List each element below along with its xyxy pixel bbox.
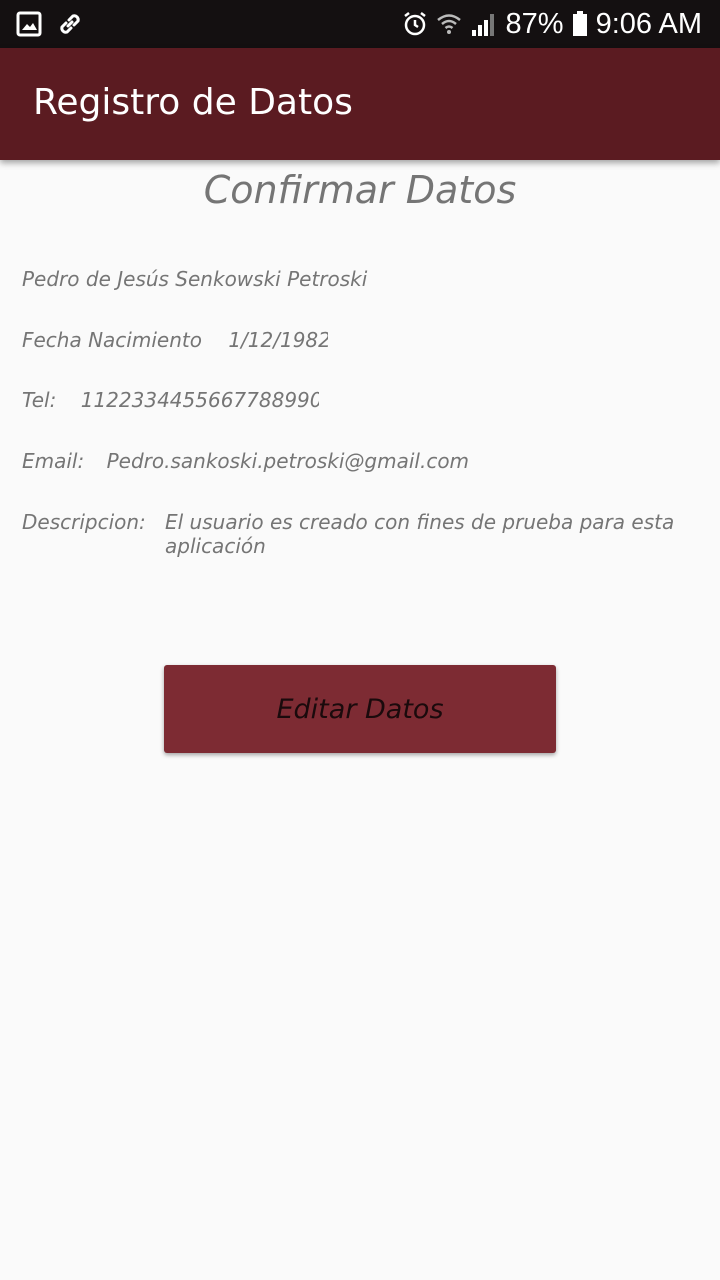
name-value: Pedro de Jesús Senkowski Petroski — [22, 267, 368, 291]
link-icon — [60, 14, 80, 34]
alarm-icon — [403, 12, 426, 36]
email-row: Email: Pedro.sankoski.petroski@gmail.com — [22, 449, 469, 473]
app-bar: Registro de Datos — [0, 48, 720, 160]
tel-row: Tel: 11223344556677889900 — [22, 388, 319, 412]
tel-value: 11223344556677889900 — [80, 388, 319, 412]
image-icon — [16, 11, 42, 37]
status-bar: 87% 9:06 AM — [0, 0, 720, 48]
page-title: Confirmar Datos — [203, 168, 517, 212]
birth-value: 1/12/1982 — [228, 328, 329, 352]
birth-label: Fecha Nacimiento — [22, 328, 202, 352]
battery-percent: 87% — [505, 7, 564, 40]
tel-label: Tel: — [22, 388, 57, 412]
confirm-content: Confirmar Datos Pedro de Jesús Senkowski… — [0, 160, 720, 1280]
wifi-icon — [436, 14, 461, 34]
signal-icon — [471, 14, 494, 36]
description-label: Descripcion: — [22, 510, 146, 534]
edit-data-button[interactable]: Editar Datos — [164, 665, 556, 753]
description-value: El usuario es creado con fines de prueba… — [165, 510, 675, 558]
email-value: Pedro.sankoski.petroski@gmail.com — [106, 449, 470, 473]
email-label: Email: — [22, 449, 85, 473]
clock: 9:06 AM — [595, 7, 702, 40]
battery-icon — [572, 11, 587, 36]
app-title: Registro de Datos — [33, 82, 353, 123]
birth-row: Fecha Nacimiento 1/12/1982 — [22, 328, 328, 352]
name-row: Pedro de Jesús Senkowski Petroski — [22, 267, 370, 291]
